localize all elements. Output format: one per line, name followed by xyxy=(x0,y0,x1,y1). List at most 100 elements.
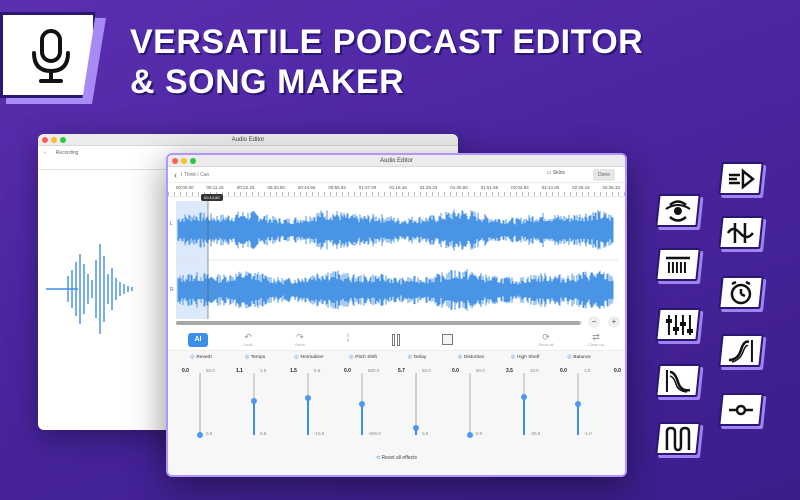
show-all-button[interactable]: ⟳ Show all xyxy=(536,332,556,347)
undo-button[interactable]: ↶ Undo xyxy=(238,332,258,347)
effect-pitch-shift: ◎ Pitch Shift 0.0 600.0 -600.0 xyxy=(336,351,390,451)
slider-fill xyxy=(253,400,255,435)
skins-icon: ▭ xyxy=(546,170,552,176)
audio-editor-window: Audio Editor ‹ I Think I Can ▭ Skins Don… xyxy=(166,153,627,477)
timeline-scrollbar[interactable] xyxy=(176,321,582,325)
waveform-area[interactable]: L R xyxy=(168,201,625,319)
slider-knob[interactable] xyxy=(359,401,365,407)
reverb-feature-icon xyxy=(665,199,691,222)
pitch-feature-icon xyxy=(726,222,754,243)
close-button[interactable] xyxy=(42,137,48,143)
back-arrow-icon[interactable]: ‹ xyxy=(44,150,46,156)
effect-min: -1.0 xyxy=(584,431,592,436)
effect-label: High Shelf xyxy=(517,355,540,360)
minimize-button[interactable] xyxy=(181,158,187,164)
window-controls xyxy=(42,137,66,143)
delay-icon: ◎ xyxy=(407,355,412,360)
effect-label: Tempo xyxy=(250,355,266,360)
waveform-left-channel xyxy=(177,209,614,251)
minimize-button[interactable] xyxy=(51,137,57,143)
effect-slider[interactable] xyxy=(467,373,473,438)
effect-label: Distortion xyxy=(463,355,485,360)
effect-name[interactable]: ◎Lo xyxy=(606,355,625,360)
ruler-time-label: 00:33.50 xyxy=(267,185,285,190)
effect-name[interactable]: ◎ High Shelf xyxy=(498,355,552,360)
slider-knob[interactable] xyxy=(467,432,473,438)
zoom-in-icon[interactable]: + xyxy=(608,316,620,328)
effect-min: -10.0 xyxy=(314,431,325,436)
undo-label: Undo xyxy=(243,342,253,347)
effect-max: 50.0 xyxy=(422,368,431,373)
slider-knob[interactable] xyxy=(521,393,527,400)
slider-knob[interactable] xyxy=(251,397,257,404)
stop-button[interactable] xyxy=(442,334,453,345)
split-button[interactable]: ¦ xyxy=(338,332,358,342)
ruler-time-label: 02:02.83 xyxy=(511,185,529,190)
effect-name[interactable]: ◎ Balance xyxy=(552,355,606,360)
close-button[interactable] xyxy=(172,158,178,164)
effect-name[interactable]: ◎ Pitch Shift xyxy=(336,355,390,360)
high-shelf-icon: ◎ xyxy=(510,355,516,360)
effect-slider[interactable] xyxy=(305,373,311,435)
clean-up-icon: ⇄ xyxy=(592,332,600,342)
zoom-button[interactable] xyxy=(60,137,66,143)
slider-knob[interactable] xyxy=(413,424,419,431)
effect-label: Normalizer xyxy=(300,355,324,360)
waveform-right-channel xyxy=(177,269,614,311)
back-arrow-icon[interactable]: ‹ xyxy=(174,170,177,180)
effect-slider[interactable] xyxy=(413,373,419,435)
effect-slider[interactable] xyxy=(575,373,581,435)
effect-name[interactable]: ◎ Distortion xyxy=(444,355,498,360)
fade-in-feature-tile xyxy=(718,334,764,367)
effect-max: 1.5 xyxy=(260,368,267,373)
effect-max: 50.0 xyxy=(206,368,215,373)
effect-min: 0.0 xyxy=(422,431,429,436)
effect-max: 15.0 xyxy=(530,368,539,373)
clean-up-button[interactable]: ⇄ Clean up xyxy=(586,332,606,347)
effect-slider[interactable] xyxy=(197,373,203,438)
zoom-button[interactable] xyxy=(190,158,196,164)
ruler-time-label: 01:51.66 xyxy=(480,185,499,190)
ruler-time-label: 00:22.33 xyxy=(236,185,255,190)
equalizer-feature-tile xyxy=(655,308,701,341)
effect-value: 0.0 xyxy=(560,368,567,374)
effects-panel: ◎ Reverb 0.0 50.0 0.0 ◎ Tempo 1.1 1.5 0.5 ◎ Normali… xyxy=(168,351,625,475)
effect-slider[interactable] xyxy=(251,373,257,435)
effect-normalizer: ◎ Normalizer 1.5 0.5 -10.0 xyxy=(282,351,336,451)
redo-button[interactable]: ↷ Redo xyxy=(290,332,310,347)
mix-feature-icon xyxy=(665,426,691,451)
slider-knob[interactable] xyxy=(575,401,581,407)
effect-max: 600.0 xyxy=(368,368,380,373)
timeline-ruler[interactable]: 00:00.00 00:11.16 00:22.33 00:33.50 00:44.66… xyxy=(168,183,625,197)
scrollbar-thumb[interactable] xyxy=(176,321,580,325)
effect-name[interactable]: ◎ Normalizer xyxy=(282,355,336,360)
effect-min: 0.5 xyxy=(260,431,267,436)
normalizer-feature-icon xyxy=(666,256,690,273)
equalizer-feature-icon xyxy=(666,314,693,335)
effect-name[interactable]: ◎ Reverb xyxy=(174,355,228,360)
front-window-titlebar: Audio Editor xyxy=(168,155,625,167)
ruler-time-label: 01:07.00 xyxy=(358,185,377,190)
ruler-time-label: 01:40.50 xyxy=(450,185,468,190)
skins-button[interactable]: ▭ Skins xyxy=(547,170,565,176)
redo-icon: ↷ xyxy=(296,332,304,342)
timer-feature-icon xyxy=(730,280,752,304)
effect-name[interactable]: ◎ Tempo xyxy=(228,355,282,360)
effect-name[interactable]: ◎ Delay xyxy=(390,355,444,360)
done-button[interactable]: Done xyxy=(593,169,615,181)
back-window-titlebar: Audio Editor xyxy=(38,134,458,146)
waveform-svg[interactable] xyxy=(168,201,625,319)
back-waveform xyxy=(46,244,133,334)
reverb-feature-tile xyxy=(655,194,701,227)
ruler-ticks xyxy=(168,192,625,196)
zoom-out-icon[interactable]: − xyxy=(588,316,600,328)
slider-knob[interactable] xyxy=(197,432,203,438)
slider-knob[interactable] xyxy=(305,394,311,401)
pause-button[interactable] xyxy=(392,334,402,346)
show-all-icon: ⟳ xyxy=(542,332,550,342)
ai-button[interactable]: AI xyxy=(188,333,208,347)
reset-all-effects-button[interactable]: ⟲ Reset all effects xyxy=(168,455,625,461)
breadcrumb[interactable]: I Think I Can xyxy=(181,172,209,178)
effect-slider[interactable] xyxy=(521,373,527,435)
effect-slider[interactable] xyxy=(359,373,365,435)
